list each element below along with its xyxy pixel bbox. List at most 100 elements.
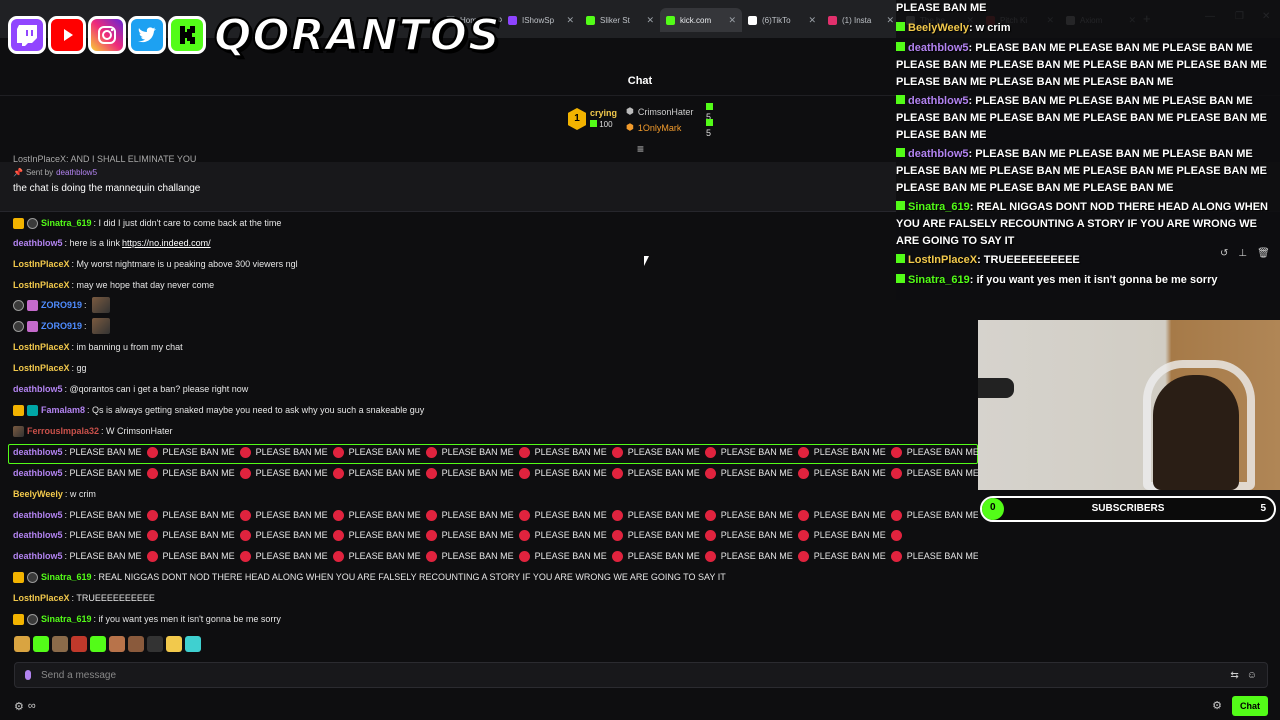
chat-message[interactable]: deathblow5: PLEASE BAN ME PLEASE BAN ME PL… <box>13 443 978 461</box>
chat-link[interactable]: https://no.indeed.com/ <box>122 234 211 252</box>
chat-message[interactable]: deathblow5: PLEASE BAN ME PLEASE BAN ME PL… <box>13 526 905 544</box>
translate-icon[interactable]: ⇆ <box>1230 670 1238 681</box>
close-tab-icon[interactable]: ✕ <box>566 15 574 26</box>
browser-tab[interactable]: (1) Insta ✕ <box>822 8 900 32</box>
spam-text: PLEASE BAN ME <box>906 551 978 561</box>
spam-text: PLEASE BAN ME <box>162 530 235 540</box>
chat-username[interactable]: BeelyWeely <box>13 485 63 503</box>
chat-username[interactable]: LostInPlaceX <box>13 338 70 356</box>
chat-username[interactable]: ZORO919 <box>41 296 82 314</box>
chat-username[interactable]: LostInPlaceX <box>13 255 70 273</box>
infinity-icon[interactable]: ∞ <box>28 700 36 713</box>
emote-icon[interactable] <box>52 636 68 652</box>
chat-message[interactable]: Sinatra_619: I did I just didn't care to… <box>13 214 281 232</box>
settings-cluster-icon[interactable]: ⚙ <box>14 700 24 713</box>
chat-message[interactable]: LostInPlaceX: may we hope that day never… <box>13 276 214 294</box>
emote-bar <box>14 636 201 652</box>
close-tab-icon[interactable]: ✕ <box>728 15 736 26</box>
gift-icon <box>706 102 713 110</box>
browser-tab[interactable]: kick.com ✕ <box>660 8 742 32</box>
chat-message[interactable]: ZORO919: <box>13 317 111 335</box>
chat-message[interactable]: BeelyWeely: w crim <box>13 485 96 503</box>
chat-username[interactable]: Sinatra_619 <box>41 610 92 628</box>
leaderboard-row[interactable]: ⬢ 1OnlyMark 5 <box>626 118 713 138</box>
chat-username[interactable]: Sinatra_619 <box>41 214 92 232</box>
chat-message[interactable]: Famalam8: Qs is always getting snaked ma… <box>13 401 424 419</box>
emote-icon[interactable] <box>185 636 201 652</box>
chat-username[interactable]: Sinatra_619 <box>41 568 92 586</box>
chat-message[interactable]: LostInPlaceX: TRUEEEEEEEEEE <box>13 589 155 607</box>
chat-username[interactable]: LostInPlaceX <box>13 359 70 377</box>
chat-username[interactable]: LostInPlaceX <box>13 276 70 294</box>
chat-message[interactable]: ZORO919: <box>13 296 111 314</box>
chat-message[interactable]: deathblow5: @qorantos can i get a ban? p… <box>13 380 248 398</box>
undo-icon[interactable]: ↺ <box>1220 248 1228 259</box>
emoji-icon[interactable]: ☺ <box>1247 670 1257 681</box>
close-tab-icon[interactable]: ✕ <box>808 15 816 26</box>
trash-icon[interactable]: 🗑 <box>1257 248 1270 259</box>
chat-message[interactable]: FerrousImpala32: W CrimsonHater <box>13 422 173 440</box>
chat-username[interactable]: deathblow5 <box>13 506 63 524</box>
chat-message-text: : PLEASE BAN ME <box>64 447 142 457</box>
fire-emote-icon <box>239 509 251 521</box>
chat-message[interactable]: Sinatra_619: if you want yes men it isn'… <box>13 610 281 628</box>
browser-tab[interactable]: IShowSp ✕ <box>502 8 580 32</box>
spam-text: PLEASE BAN ME <box>720 447 793 457</box>
emote-icon[interactable] <box>90 636 106 652</box>
fire-emote-icon <box>146 446 158 458</box>
send-message-input[interactable] <box>39 668 1223 682</box>
chat-input-box[interactable]: ⇆ ☺ <box>14 662 1268 688</box>
chat-username[interactable]: LostInPlaceX <box>13 589 70 607</box>
chat-username[interactable]: ZORO919 <box>41 317 82 335</box>
chat-username[interactable]: deathblow5 <box>13 234 63 252</box>
chat-username[interactable]: deathblow5 <box>13 464 63 482</box>
chat-message-text: : here is a link <box>64 238 121 248</box>
collapse-chevron-icon[interactable]: ≡ <box>637 142 644 156</box>
chat-message[interactable]: LostInPlaceX: My worst nightmare is u pe… <box>13 255 298 273</box>
chat-username[interactable]: deathblow5 <box>13 547 63 565</box>
emote-icon[interactable] <box>147 636 163 652</box>
chat-message-text: : W CrimsonHater <box>101 426 173 436</box>
chat-username[interactable]: FerrousImpala32 <box>27 422 99 440</box>
mic-icon[interactable] <box>25 670 31 680</box>
chat-username[interactable]: Famalam8 <box>41 401 85 419</box>
chat-message-text: : Qs is always getting snaked maybe you … <box>87 405 425 415</box>
emote-icon[interactable] <box>33 636 49 652</box>
gift-leaderboard[interactable]: 1 crying 100 ⬢ CrimsonHater 5 ⬢ 1OnlyMar… <box>566 102 736 140</box>
fire-emote-icon <box>890 550 902 562</box>
tab-label: Sliker St <box>600 15 630 25</box>
chat-message-text: : TRUEEEEEEEEEE <box>71 593 155 603</box>
emote-icon[interactable] <box>14 636 30 652</box>
spam-text: PLEASE BAN ME <box>255 530 328 540</box>
pin-icon[interactable]: ⊥ <box>1238 248 1247 259</box>
emote-icon[interactable] <box>166 636 182 652</box>
spam-text: PLEASE BAN ME <box>627 447 700 457</box>
chat-message[interactable]: LostInPlaceX: gg <box>13 359 87 377</box>
img-badge-icon <box>13 425 24 437</box>
browser-tab[interactable]: (6)TikTo ✕ <box>742 8 822 32</box>
kick-badge-icon <box>896 148 905 157</box>
chat-username[interactable]: deathblow5 <box>13 380 63 398</box>
chat-send-button[interactable]: Chat <box>1232 696 1268 716</box>
close-tab-icon[interactable]: ✕ <box>646 15 654 26</box>
fire-emote-icon <box>425 529 437 541</box>
emote-icon[interactable] <box>71 636 87 652</box>
emote-icon[interactable] <box>128 636 144 652</box>
chat-message[interactable]: deathblow5: PLEASE BAN ME PLEASE BAN ME PL… <box>13 547 978 565</box>
chat-message[interactable]: Sinatra_619: REAL NIGGAS DONT NOD THERE … <box>13 568 726 586</box>
emote-icon[interactable] <box>109 636 125 652</box>
chat-message[interactable]: deathblow5: PLEASE BAN ME PLEASE BAN ME PL… <box>13 506 978 524</box>
leaderboard-row[interactable]: ⬢ CrimsonHater 5 <box>626 102 713 122</box>
close-tab-icon[interactable]: ✕ <box>886 15 894 26</box>
chat-username[interactable]: deathblow5 <box>13 526 63 544</box>
streamer-brand-name: QORANTOS <box>213 9 501 62</box>
overlay-username: deathblow5 <box>908 148 969 160</box>
fire-emote-icon <box>146 509 158 521</box>
fire-emote-icon <box>704 550 716 562</box>
chat-username[interactable]: deathblow5 <box>13 443 63 461</box>
browser-tab[interactable]: Sliker St ✕ <box>580 8 660 32</box>
chat-message[interactable]: LostInPlaceX: im banning u from my chat <box>13 338 183 356</box>
gear-icon[interactable]: ⚙ <box>1212 699 1222 712</box>
chat-message[interactable]: deathblow5: PLEASE BAN ME PLEASE BAN ME PL… <box>13 464 978 482</box>
chat-message[interactable]: deathblow5: here is a link https://no.in… <box>13 234 211 252</box>
